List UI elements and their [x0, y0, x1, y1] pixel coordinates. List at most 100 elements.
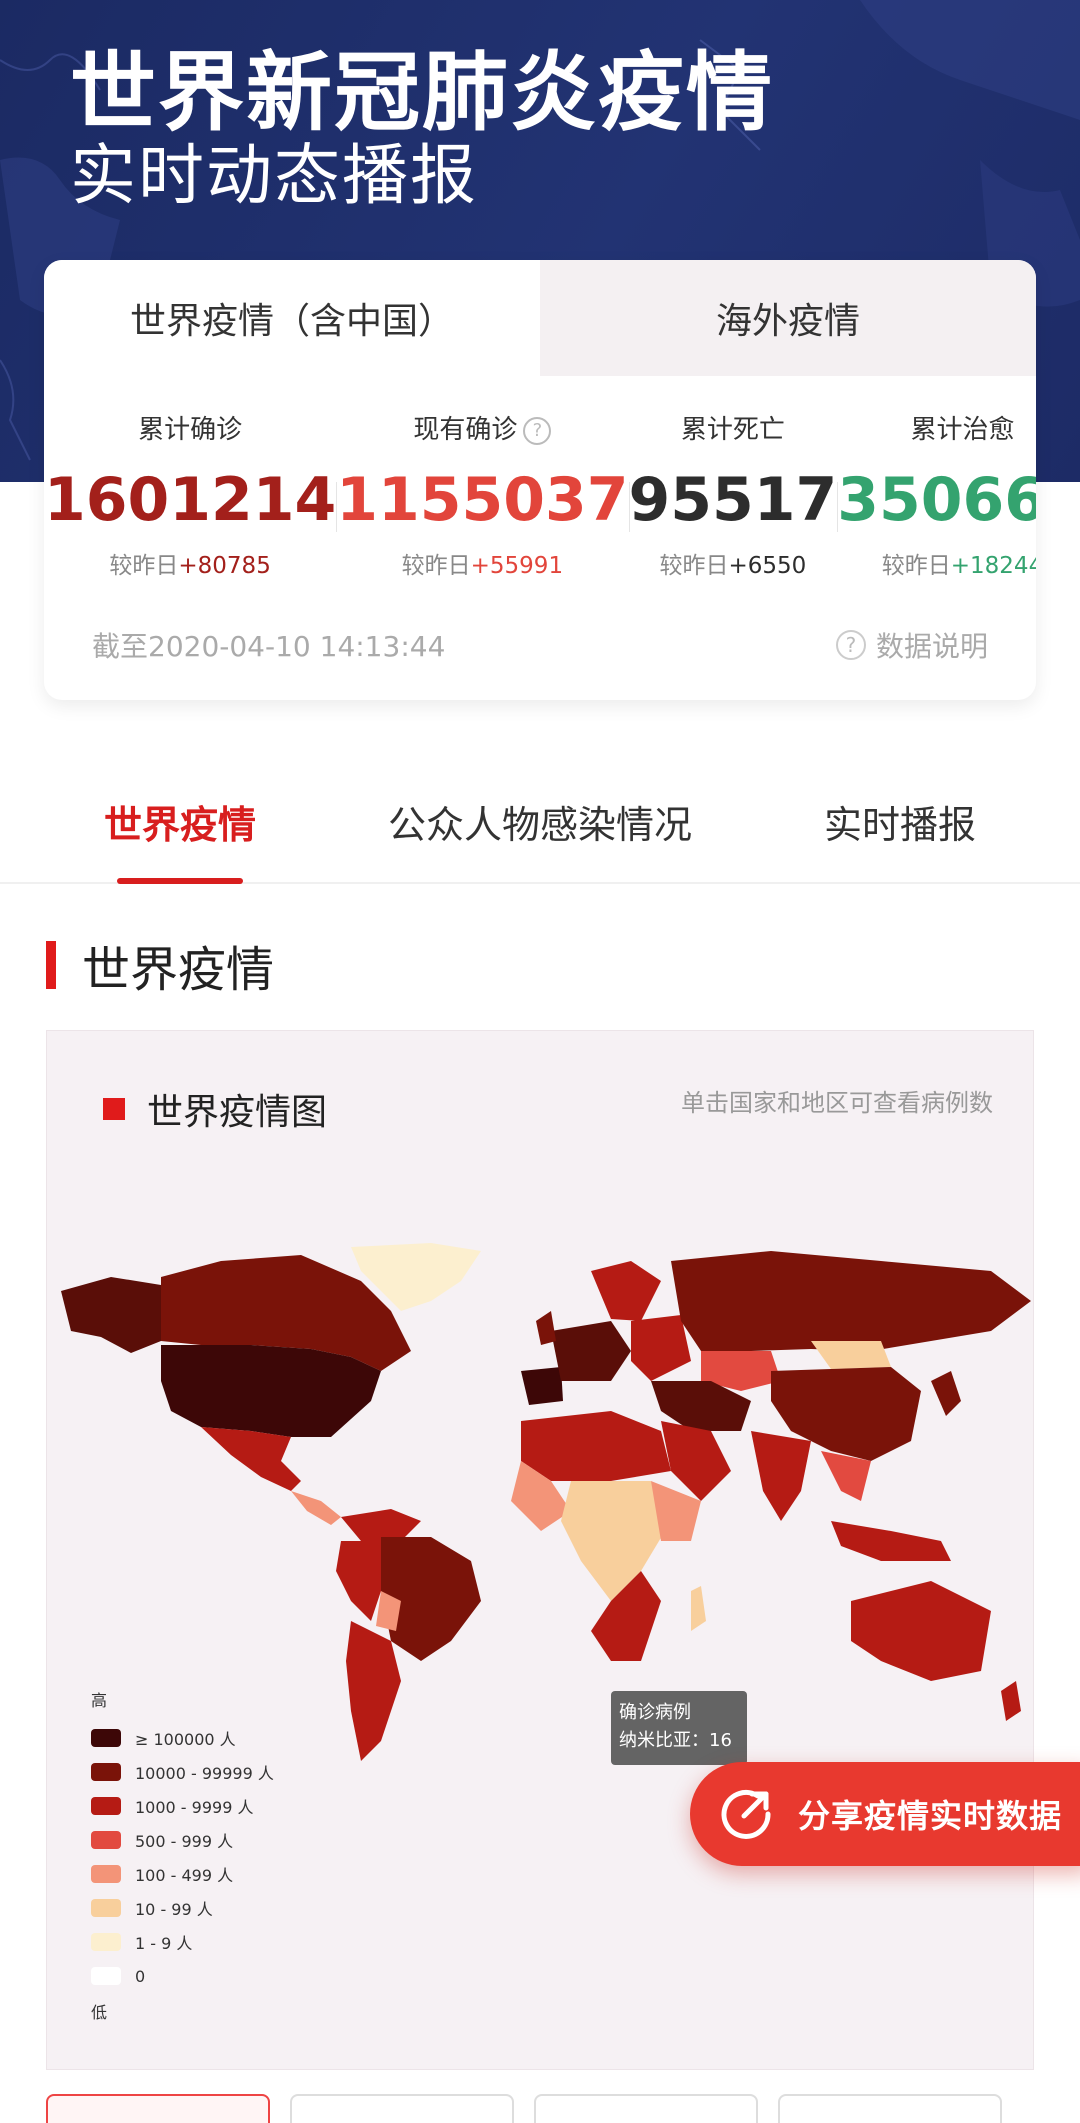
bottom-tab[interactable] [534, 2094, 758, 2123]
legend-high-label: 高 [91, 1691, 108, 1710]
map-region-new-zealand [1001, 1681, 1021, 1721]
tooltip-value: 纳米比亚：16 [619, 1730, 732, 1751]
tab-world-epidemic[interactable]: 世界疫情 [0, 760, 360, 882]
page-subtitle: 实时动态播报 [70, 137, 478, 214]
section-accent-bar [46, 941, 56, 989]
updated-timestamp: 截至2020-04-10 14:13:44 [92, 630, 446, 663]
legend-item[interactable]: 500 - 999 人 [91, 1823, 274, 1857]
legend-item[interactable]: 10 - 99 人 [91, 1891, 274, 1925]
map-region-mongolia [811, 1341, 891, 1369]
legend-item[interactable]: 1 - 9 人 [91, 1925, 274, 1959]
bottom-tab[interactable] [46, 2094, 270, 2123]
section-heading: 世界疫情 [46, 930, 274, 1000]
legend-label: 500 - 999 人 [135, 1832, 234, 1851]
stats-row: 累计确诊 1601214 较昨日+80785 现有确诊? 1155037 较昨日… [44, 410, 1036, 580]
legend-swatch [91, 1763, 121, 1781]
share-button-label: 分享疫情实时数据 [798, 1797, 1063, 1835]
legend-item[interactable]: 1000 - 9999 人 [91, 1789, 274, 1823]
stat-value: 1601214 [44, 465, 337, 535]
stat-value: 1155037 [336, 465, 629, 535]
map-region-central-america [291, 1491, 341, 1525]
map-region-alaska [61, 1277, 161, 1353]
map-region-india [751, 1431, 811, 1521]
legend-low-label: 低 [91, 2003, 108, 2022]
stat-label: 累计治愈 [910, 415, 1015, 445]
map-region-australia [851, 1581, 991, 1681]
map-region-japan-korea [931, 1371, 961, 1416]
delta-value: +55991 [470, 553, 564, 579]
stat-value: 95517 [628, 465, 838, 535]
map-region-uk [536, 1311, 556, 1345]
tab-world-including-china[interactable]: 世界疫情（含中国） [44, 260, 540, 376]
question-circle-icon: ? [835, 630, 866, 660]
legend-label: 1 - 9 人 [135, 1934, 193, 1953]
stat-label: 现有确诊? [336, 410, 628, 450]
stat-cumulative-recovered: 累计治愈 350660 较昨日+18244 [837, 410, 1036, 580]
stat-current-confirmed: 现有确诊? 1155037 较昨日+55991 [336, 410, 629, 580]
legend-label: 100 - 499 人 [135, 1866, 234, 1885]
scope-tabs: 世界疫情（含中国） 海外疫情 [44, 260, 1036, 376]
delta-value: +80785 [178, 553, 271, 579]
stat-label: 累计死亡 [680, 415, 785, 445]
stat-cumulative-confirmed: 累计确诊 1601214 较昨日+80785 [44, 410, 336, 580]
legend-swatch [91, 1729, 121, 1747]
legend-label: 10000 - 99999 人 [135, 1764, 274, 1783]
map-region-mexico [201, 1427, 301, 1491]
question-circle-icon[interactable]: ? [523, 416, 552, 445]
stat-label: 累计确诊 [138, 415, 243, 445]
legend-label: 1000 - 9999 人 [135, 1798, 254, 1817]
data-note-link[interactable]: ? 数据说明 [835, 625, 988, 665]
legend-swatch [91, 1865, 121, 1883]
legend-swatch [91, 1967, 121, 1985]
map-region-colombia-venezuela [341, 1509, 421, 1541]
map-region-scandinavia [591, 1261, 661, 1321]
map-region-peru [336, 1541, 381, 1621]
map-region-indonesia [831, 1521, 951, 1561]
tab-live-broadcast[interactable]: 实时播报 [720, 760, 1080, 882]
map-region-madagascar [691, 1586, 706, 1631]
stat-delta: 较昨日+6550 [629, 546, 838, 580]
map-hint: 单击国家和地区可查看病例数 [681, 1089, 993, 1117]
legend-item[interactable]: ≥ 100000 人 [91, 1721, 274, 1755]
section-title: 世界疫情 [82, 942, 275, 998]
stat-label-text: 现有确诊 [413, 415, 518, 445]
tab-public-figures[interactable]: 公众人物感染情况 [360, 760, 720, 882]
legend-label: ≥ 100000 人 [135, 1730, 236, 1749]
map-title: 世界疫情图 [147, 1092, 328, 1133]
map-header: 世界疫情图 [103, 1083, 327, 1135]
map-tooltip: 确诊病例 纳米比亚：16 [611, 1691, 747, 1765]
stat-delta: 较昨日+80785 [44, 546, 336, 580]
map-title-marker [103, 1098, 125, 1120]
stat-delta: 较昨日+55991 [336, 546, 628, 580]
delta-value: +18244 [950, 553, 1036, 579]
world-map-panel: 世界疫情图 单击国家和地区可查看病例数 高 ≥ 100000 人 10000 -… [46, 1030, 1034, 2070]
stat-delta: 较昨日+18244 [837, 546, 1036, 580]
map-region-russia [671, 1251, 1031, 1351]
bottom-tab[interactable] [778, 2094, 1002, 2123]
stat-value: 350660 [837, 465, 1036, 535]
map-region-arabia [661, 1421, 731, 1501]
main-tabs: 世界疫情 公众人物感染情况 实时播报 [0, 760, 1080, 884]
legend-item[interactable]: 100 - 499 人 [91, 1857, 274, 1891]
card-footer: 截至2020-04-10 14:13:44 ? 数据说明 [92, 620, 988, 670]
map-region-western-europe [551, 1321, 631, 1381]
map-region-north-africa [521, 1411, 671, 1481]
tab-overseas[interactable]: 海外疫情 [540, 260, 1036, 376]
map-region-eastern-europe [631, 1315, 691, 1381]
share-arrow-icon [721, 1789, 771, 1839]
map-legend: 高 ≥ 100000 人 10000 - 99999 人 1000 - 9999… [91, 1687, 274, 2033]
legend-label: 10 - 99 人 [135, 1900, 213, 1919]
delta-value: +6550 [728, 553, 807, 579]
legend-label: 0 [135, 1966, 146, 1986]
legend-swatch [91, 1899, 121, 1917]
stat-cumulative-deaths: 累计死亡 95517 较昨日+6550 [628, 410, 838, 580]
data-note-label: 数据说明 [875, 630, 988, 663]
delta-prefix: 较昨日 [401, 553, 471, 579]
legend-item[interactable]: 10000 - 99999 人 [91, 1755, 274, 1789]
stats-card: 世界疫情（含中国） 海外疫情 累计确诊 1601214 较昨日+80785 现有… [44, 260, 1036, 700]
legend-item[interactable]: 0 [91, 1959, 274, 1993]
legend-swatch [91, 1797, 121, 1815]
share-button[interactable]: 分享疫情实时数据 [690, 1762, 1080, 1866]
bottom-tab[interactable] [290, 2094, 514, 2123]
tooltip-title: 确诊病例 [619, 1702, 691, 1723]
